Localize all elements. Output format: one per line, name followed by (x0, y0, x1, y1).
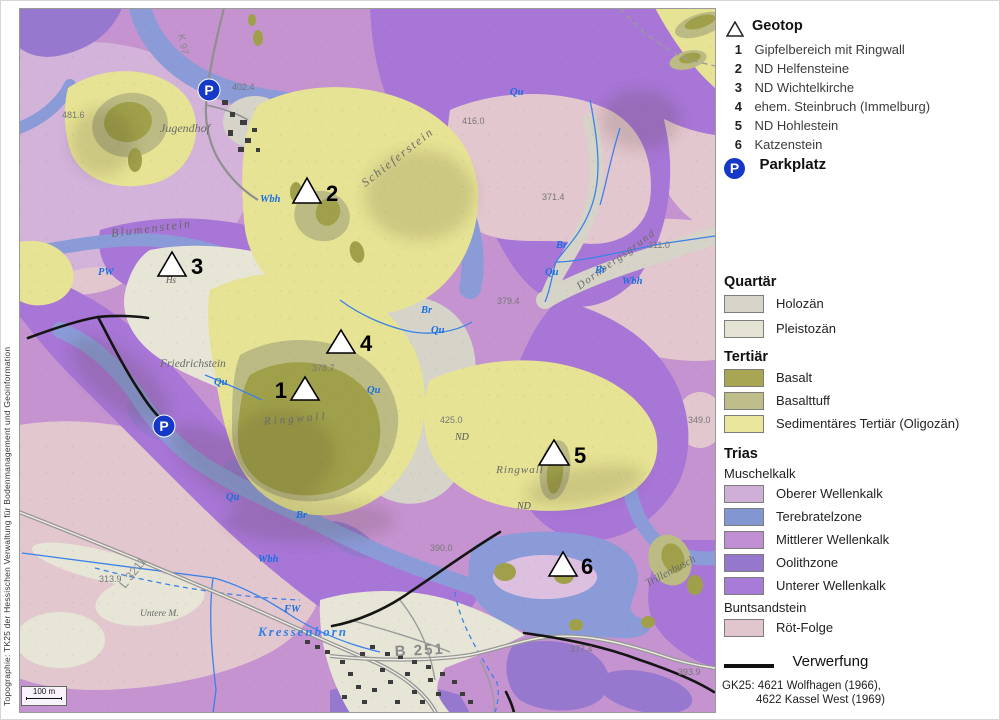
scale-bar-rule (26, 697, 62, 700)
gk25-line2: 4622 Kassel West (1969) (756, 694, 885, 706)
svg-text:Br: Br (594, 265, 607, 276)
scale-bar-label: 100 m (33, 687, 55, 696)
label-kressenborn: Kressenborn (257, 624, 348, 639)
svg-text:481.6: 481.6 (62, 110, 85, 120)
legend-row-mittlerer-wellenkalk: Mittlerer Wellenkalk (724, 531, 764, 554)
svg-text:Wbh: Wbh (260, 194, 281, 205)
label-jugendhof: Jugendhof (160, 121, 212, 135)
swatch-terebratelzone (724, 508, 764, 526)
label-friedrichstein: Friedrichstein (159, 358, 226, 370)
svg-text:5: 5 (574, 443, 586, 468)
legend-row-terebratelzone: Terebratelzone (724, 508, 764, 531)
legend-verwerfung-row: Verwerfung (724, 653, 868, 673)
svg-text:377.4: 377.4 (570, 644, 593, 654)
swatch-pleistozaen (724, 320, 764, 338)
map-source-caption: Topographie: TK25 der Hessischen Verwalt… (2, 186, 17, 706)
swatch-oberer-wellenkalk (724, 485, 764, 503)
swatch-unterer-wellenkalk (724, 577, 764, 595)
svg-text:Qu: Qu (226, 492, 240, 503)
svg-text:1: 1 (275, 378, 287, 403)
legend-row-roet-folge: Röt-Folge (724, 619, 764, 642)
legend-row-oolithzone: Oolithzone (724, 554, 764, 577)
svg-text:Wbh: Wbh (622, 276, 643, 287)
verwerfung-label: Verwerfung (792, 653, 868, 670)
svg-text:2: 2 (326, 181, 338, 206)
legend-geotop-item: 1 Gipfelbereich mit Ringwall (724, 41, 905, 59)
legend-geotop-item: 5 ND Hohlestein (724, 117, 838, 135)
svg-text:311.0: 311.0 (648, 240, 670, 250)
svg-text:393.9: 393.9 (678, 667, 701, 677)
legend-muschelkalk-sub: Muschelkalk (724, 466, 796, 481)
svg-text:425.0: 425.0 (440, 415, 463, 425)
legend-row-basalttuff: Basalttuff (724, 392, 764, 415)
svg-text:349.0: 349.0 (688, 415, 711, 425)
legend-trias-header: Trias (724, 446, 758, 462)
legend-geotop-item: 2 ND Helfensteine (724, 60, 849, 78)
gk25-line1: GK25: 4621 Wolfhagen (1966), (722, 680, 881, 692)
svg-text:Qu: Qu (510, 87, 524, 98)
svg-text:Qu: Qu (545, 267, 559, 278)
topo-texture (19, 8, 716, 713)
svg-text:390.0: 390.0 (430, 543, 453, 553)
scale-bar: 100 m (21, 686, 67, 706)
geotop-triangle-icon (726, 21, 744, 37)
map-legend: Geotop 1 Gipfelbereich mit Ringwall 2 ND… (716, 8, 998, 712)
parking-p-glyph: P (204, 82, 213, 98)
legend-geotop-item: 3 ND Wichtelkirche (724, 79, 854, 97)
label-nd1: ND (454, 432, 470, 443)
svg-text:371.4: 371.4 (542, 192, 565, 202)
label-untere: Untere M. (140, 609, 179, 619)
label-nd2: ND (516, 501, 532, 512)
parking-marker-2[interactable]: P (153, 415, 175, 437)
svg-text:416.0: 416.0 (462, 116, 485, 126)
legend-geotop-item: 6 Katzenstein (724, 136, 822, 154)
legend-tertiaer-header: Tertiär (724, 349, 768, 365)
parking-marker-1[interactable]: P (198, 79, 220, 101)
svg-text:Br: Br (295, 510, 308, 521)
svg-text:313.9: 313.9 (99, 574, 122, 584)
svg-text:378.7: 378.7 (312, 363, 335, 373)
label-b251: B 251 (394, 641, 445, 661)
swatch-mittlerer-wellenkalk (724, 531, 764, 549)
svg-text:402.4: 402.4 (232, 82, 255, 92)
legend-row-unterer-wellenkalk: Unterer Wellenkalk (724, 577, 764, 600)
svg-text:Wbh: Wbh (258, 554, 279, 565)
svg-text:Qu: Qu (367, 385, 381, 396)
svg-text:Br: Br (555, 240, 568, 251)
legend-parkplatz-row: P Parkplatz (724, 156, 826, 179)
legend-row-sed-tertiaer: Sedimentäres Tertiär (Oligozän) (724, 415, 764, 438)
label-ringwall-e: Ringwall (495, 464, 544, 476)
svg-text:Qu: Qu (431, 325, 445, 336)
legend-geotop-header: Geotop (752, 18, 803, 34)
legend-row-basalt: Basalt (724, 369, 764, 392)
swatch-oolithzone (724, 554, 764, 572)
svg-text:4: 4 (360, 331, 373, 356)
svg-text:Qu: Qu (214, 377, 228, 388)
svg-text:FW: FW (283, 604, 301, 615)
legend-row-pleistozaen: Pleistozän (724, 320, 764, 343)
parkplatz-icon: P (724, 158, 745, 179)
parkplatz-label: Parkplatz (759, 156, 826, 173)
swatch-roet-folge (724, 619, 764, 637)
legend-quartaer-header: Quartär (724, 274, 776, 290)
svg-text:6: 6 (581, 554, 593, 579)
svg-text:379.4: 379.4 (497, 296, 520, 306)
fault-line-symbol (724, 664, 774, 668)
svg-text:3: 3 (191, 254, 203, 279)
legend-row-oberer-wellenkalk: Oberer Wellenkalk (724, 485, 764, 508)
swatch-basalt (724, 369, 764, 387)
swatch-sed-tertiaer (724, 415, 764, 433)
svg-text:Br: Br (420, 305, 433, 316)
legend-buntsandstein-sub: Buntsandstein (724, 600, 806, 615)
geologic-map[interactable]: Jugendhof Schieferstein Blumenstein Frie… (19, 8, 716, 713)
swatch-holozaen (724, 295, 764, 313)
legend-geotop-item: 4 ehem. Steinbruch (Immelburg) (724, 98, 930, 116)
legend-row-holozaen: Holozän (724, 295, 764, 318)
swatch-basalttuff (724, 392, 764, 410)
svg-text:PW: PW (98, 267, 114, 278)
parking-p-glyph: P (159, 418, 168, 434)
